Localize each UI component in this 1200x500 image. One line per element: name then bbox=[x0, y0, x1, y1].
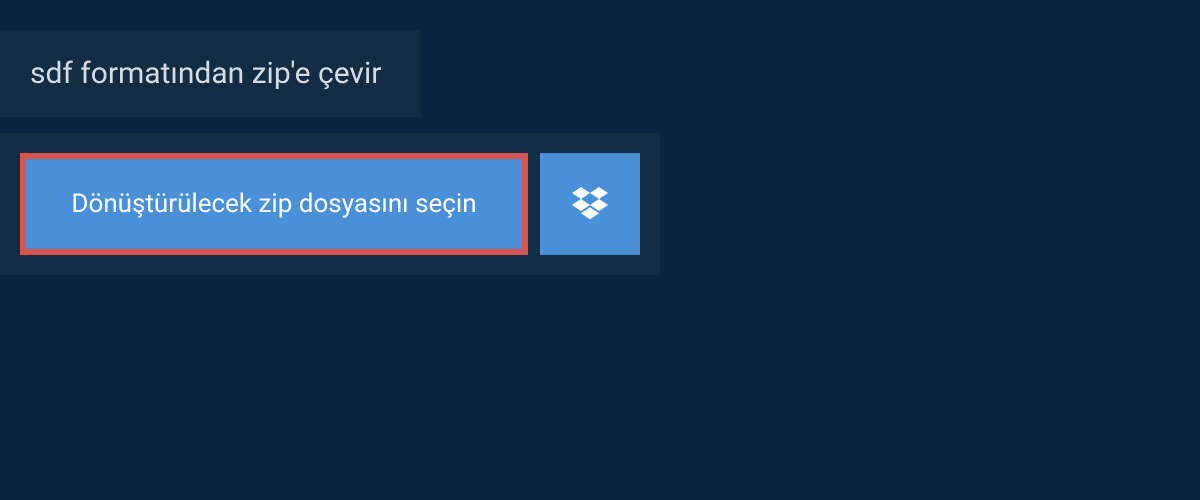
dropbox-icon bbox=[572, 184, 608, 224]
page-title: sdf formatından zip'e çevir bbox=[30, 56, 381, 91]
select-file-label: Dönüştürülecek zip dosyasını seçin bbox=[71, 189, 476, 219]
select-file-button[interactable]: Dönüştürülecek zip dosyasını seçin bbox=[20, 153, 528, 255]
page-title-tab: sdf formatından zip'e çevir bbox=[0, 30, 421, 117]
upload-panel: Dönüştürülecek zip dosyasını seçin bbox=[0, 133, 660, 275]
dropbox-button[interactable] bbox=[540, 153, 640, 255]
